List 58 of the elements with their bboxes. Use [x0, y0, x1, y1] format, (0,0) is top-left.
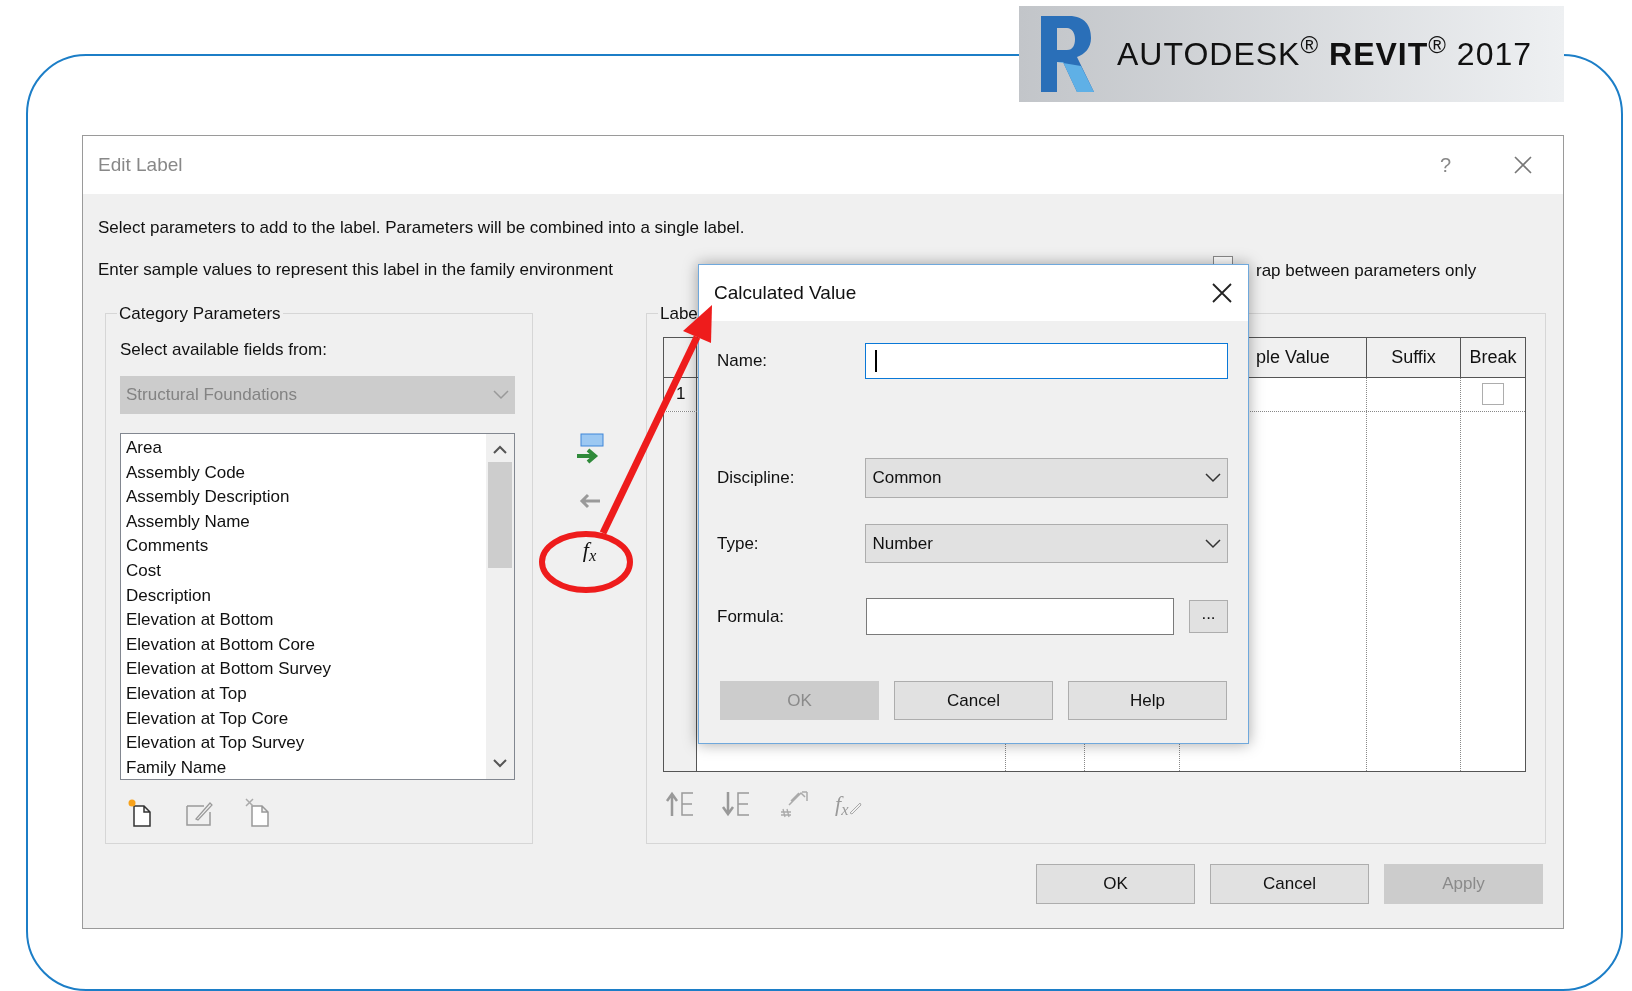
dialog-button[interactable]: Cancel [894, 681, 1053, 720]
dialog-title: Calculated Value [714, 280, 858, 305]
list-item[interactable]: Cost [126, 558, 486, 584]
name-input[interactable] [865, 343, 1228, 379]
arrow-left-icon[interactable] [577, 493, 602, 509]
chevron-down-icon [493, 390, 509, 400]
list-item[interactable]: Family Name [126, 755, 486, 779]
delete-document-icon[interactable] [244, 798, 272, 828]
list-item[interactable]: Assembly Name [126, 509, 486, 535]
discipline-dropdown[interactable]: Common [865, 458, 1228, 498]
chevron-down-icon [1205, 473, 1221, 483]
list-item[interactable]: Comments [126, 534, 486, 559]
field-label: Formula: [717, 605, 786, 628]
browse-button[interactable]: ... [1189, 600, 1228, 633]
product-name: AUTODESK$^{®}$ REVIT$^{®}$ 2017 [1117, 30, 1533, 74]
dialog-button[interactable]: OK [1036, 864, 1195, 904]
list-item[interactable]: Elevation at Top Core [126, 706, 486, 732]
list-item[interactable]: Assembly Description [126, 485, 486, 510]
chevron-down-icon [1205, 538, 1221, 549]
instruction-text: Enter sample values to represent this label in the family environment [98, 259, 613, 281]
list-item[interactable]: Assembly Code [126, 460, 486, 486]
text-caret [875, 350, 878, 372]
list-item[interactable]: Description [126, 583, 486, 609]
formula-button[interactable]: f$_{x}$ [582, 539, 597, 561]
field-label: Name: [717, 350, 769, 373]
checkbox-label: rap between parameters only [1256, 260, 1477, 282]
group-title: Labe [659, 303, 699, 325]
column-header: Suffix [1367, 337, 1461, 377]
list-item[interactable]: Area [126, 436, 486, 461]
group-title: Category Parameters [118, 303, 282, 325]
type-dropdown[interactable]: Number [865, 524, 1228, 563]
add-parameter-icon[interactable] [574, 433, 605, 465]
new-document-icon[interactable] [126, 798, 154, 828]
list-item[interactable]: Elevation at Bottom Core [126, 632, 486, 658]
field-label: Type: [717, 532, 760, 555]
scroll-up-icon[interactable] [493, 445, 507, 454]
list-item[interactable]: Elevation at Top Survey [126, 731, 486, 756]
dialog-button[interactable]: Cancel [1210, 864, 1369, 904]
close-icon[interactable] [1212, 283, 1232, 303]
scrollbar[interactable] [486, 434, 514, 779]
move-down-icon[interactable] [721, 789, 751, 818]
break-checkbox[interactable] [1482, 383, 1504, 405]
formula-input[interactable] [866, 598, 1174, 635]
move-up-icon[interactable] [665, 789, 695, 818]
field-label: Discipline: [717, 467, 796, 490]
scroll-thumb[interactable] [488, 462, 512, 568]
column-header: Break [1468, 345, 1518, 369]
help-button[interactable]: ? [1439, 150, 1451, 180]
field-label: Select available fields from: [120, 338, 328, 361]
dialog-button[interactable]: Help [1068, 681, 1227, 720]
scroll-down-icon[interactable] [493, 759, 507, 768]
list-item[interactable]: Elevation at Top [126, 681, 486, 707]
window-title: Edit Label [98, 152, 184, 177]
wrap-checkbox[interactable] [1213, 256, 1233, 264]
list-item[interactable]: Elevation at Bottom [126, 608, 486, 633]
instruction-text: Select parameters to add to the label. Parameters will be combined into a single label. [98, 217, 745, 239]
pencil-icon [848, 800, 863, 815]
list-item[interactable]: Elevation at Bottom Survey [126, 657, 486, 682]
